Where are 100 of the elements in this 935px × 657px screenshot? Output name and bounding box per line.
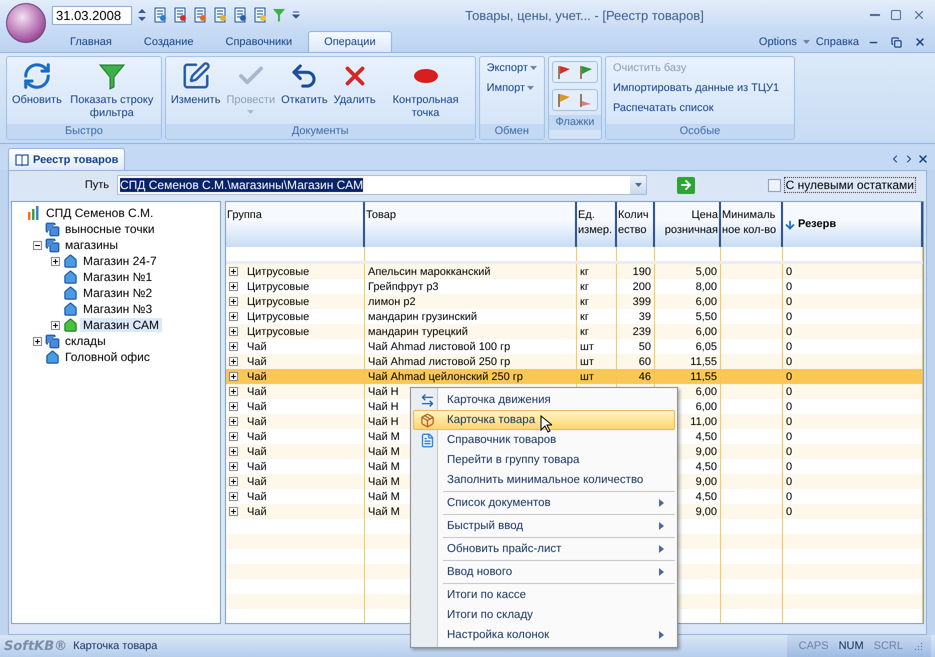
table-cell: Чай М [368,506,400,518]
table-row[interactable]: Чай Чай Ahmad листовой 100 гр шт 50 6,05 0 [226,339,923,354]
expand-icon[interactable] [33,336,42,346]
menu-item[interactable]: Итоги по кассе [413,585,675,605]
table-cell: кг [580,266,589,278]
column-header[interactable]: Цена розничная [655,202,721,247]
ribbon-button[interactable]: Распечатать список [608,99,791,117]
arrow-document-icon[interactable] [192,7,208,23]
menu-item[interactable]: Итоги по складу [413,605,675,625]
ribbon-tab[interactable]: Создание [128,31,210,52]
ribbon-tab[interactable]: Операции [308,31,392,52]
flag-icon[interactable] [556,64,572,80]
ribbon-button[interactable]: Удалить [332,59,378,122]
expand-icon[interactable] [51,256,60,266]
flag-icon[interactable] [578,64,594,80]
expand-icon[interactable] [229,327,238,336]
menu-item[interactable]: Быстрый ввод [413,516,675,536]
ribbon-tab[interactable]: Главная [54,31,128,52]
expand-icon[interactable] [229,357,238,366]
document-tab[interactable]: Реестр товаров [8,148,126,170]
column-title: Количество [618,208,650,238]
tree-item[interactable]: выносные точки [62,222,158,236]
column-header[interactable]: Группа [226,202,365,247]
maximize-icon [890,9,902,21]
date-field[interactable]: 31.03.2008 [52,6,132,24]
table-cell: Грейпфрут р3 [368,280,439,292]
tree-item[interactable]: Магазин 24-7 [80,254,160,268]
menu-item[interactable]: Карточка товара [413,410,675,430]
tree-item[interactable]: Магазин САМ [80,318,162,332]
table-row[interactable]: Цитрусовые мандарин турецкий кг 239 6,00 0 [226,324,923,339]
tree-item[interactable]: СПД Семенов С.М. [43,206,156,220]
expand-icon[interactable] [229,342,238,351]
expand-icon[interactable] [229,507,238,516]
exchange-document-icon[interactable] [212,7,228,23]
tree-item[interactable]: Магазин №1 [80,270,156,284]
notes-document-icon[interactable] [252,7,268,23]
flag-icon[interactable] [556,92,572,108]
customize-icon[interactable] [290,10,302,20]
close-icon[interactable] [917,153,929,165]
go-button[interactable] [677,176,695,194]
expand-icon[interactable] [229,312,238,321]
spin-icon[interactable] [136,6,148,24]
table-row[interactable]: Цитрусовые мандарин грузинский кг 39 5,50 0 [226,309,923,324]
tree-item[interactable]: Головной офис [62,350,153,364]
expand-icon[interactable] [229,492,238,501]
options-menu[interactable]: Options [758,36,797,48]
help-menu[interactable]: Справка [816,36,859,48]
tree-item[interactable]: склады [62,334,109,348]
expand-icon[interactable] [229,432,238,441]
expand-icon[interactable] [229,402,238,411]
column-title: Ед. измер. [578,208,614,238]
expand-icon[interactable] [229,462,238,471]
ribbon-button[interactable]: Показать строку фильтра [66,59,158,122]
minimize-button[interactable] [867,14,883,16]
chart-document-icon[interactable] [172,7,188,23]
ribbon-button[interactable]: Откатить [279,59,330,122]
checkbox-label[interactable]: С нулевыми остатками [784,177,916,193]
expand-icon[interactable] [229,297,238,306]
expand-icon[interactable] [229,372,238,381]
menu-item[interactable]: Ввод нового [413,562,675,582]
column-header[interactable]: Резерв [783,202,923,247]
column-header[interactable]: Минимальное кол-во [721,202,783,247]
column-header[interactable]: Товар [365,202,577,247]
menu-item[interactable]: Список документов [413,493,675,513]
tree-item[interactable]: магазины [62,238,122,252]
expand-icon[interactable] [229,282,238,291]
expand-icon[interactable] [51,320,60,330]
table-cell: Чай Н [368,416,399,428]
tree-item[interactable]: Магазин №3 [80,302,156,316]
close-icon [912,8,926,22]
expand-icon[interactable] [229,267,238,276]
tree-item[interactable]: Магазин №2 [80,286,156,300]
table-row[interactable]: Цитрусовые лимон р2 кг 399 6,00 0 [226,294,923,309]
collapse-icon[interactable] [33,240,42,250]
table-cell: Чай [247,416,267,428]
expand-icon[interactable] [229,387,238,396]
list-document-icon[interactable] [152,7,168,23]
ribbon-button[interactable]: Обновить [10,59,64,122]
column-title: Минимальное кол-во [722,208,778,238]
window-title: Товары, цены, учет... - [Реестр товаров] [464,8,705,22]
ribbon-tab[interactable]: Справочники [210,31,308,52]
expand-icon[interactable] [229,477,238,486]
table-row[interactable]: Цитрусовые Грейпфрут р3 кг 200 8,00 0 [226,279,923,294]
table-row[interactable]: Чай Чай Ahmad цейлонский 250 гр шт 46 11,55 0 [226,369,923,384]
ribbon-button[interactable]: Импортировать данные из ТЦУ1 [608,79,791,97]
expand-icon[interactable] [229,417,238,426]
forward-document-icon[interactable] [232,7,248,23]
column-header[interactable]: Ед. измер. [577,202,617,247]
ribbon-button[interactable]: Контрольная точка [380,59,472,122]
table-row[interactable]: Цитрусовые Апельсин марокканский кг 190 5,00 0 [226,264,923,279]
ribbon-button[interactable]: Импорт [482,79,541,97]
menu-item[interactable]: Настройка колонок [413,625,675,645]
path-combobox[interactable]: СПД Семенов С.М.\магазины\Магазин САМ [117,175,647,195]
ribbon-button[interactable]: Изменить [168,59,222,122]
expand-icon[interactable] [229,447,238,456]
checkbox[interactable] [768,178,781,192]
column-header[interactable]: Количество [617,202,655,247]
ribbon-button[interactable]: Экспорт [482,59,541,77]
arrows-icon [420,392,435,408]
menu-item[interactable]: Обновить прайс-лист [413,539,675,559]
